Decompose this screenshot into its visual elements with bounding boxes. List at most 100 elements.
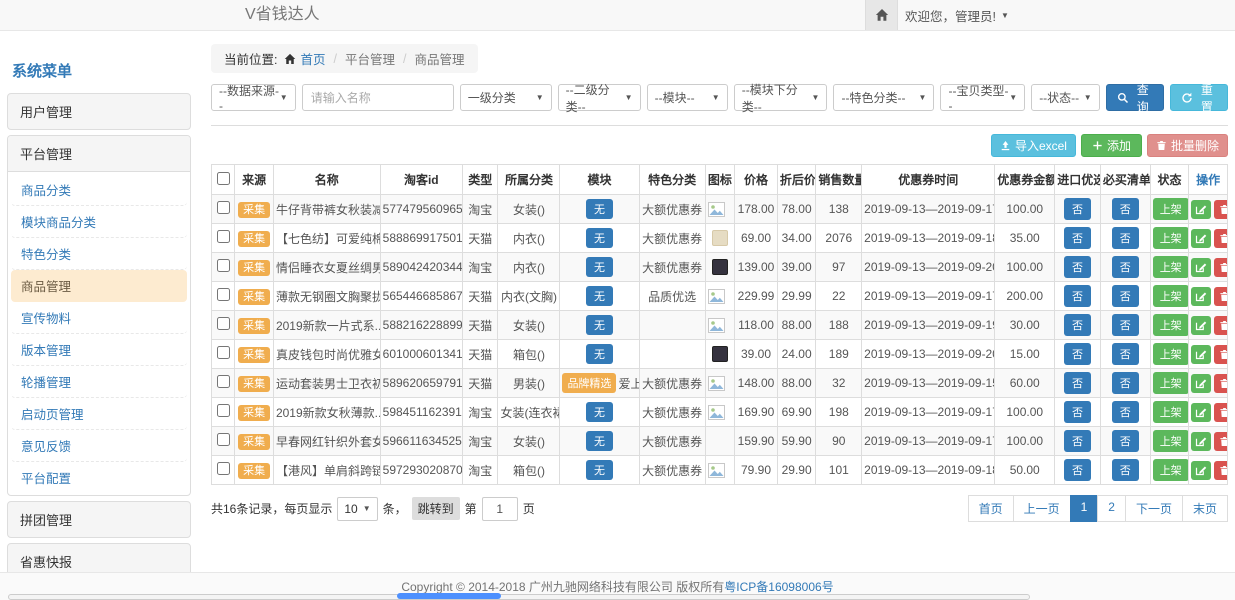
delete-button[interactable] <box>1214 461 1227 480</box>
must-buy-toggle[interactable]: 否 <box>1112 401 1139 423</box>
filter-select-状态[interactable]: --状态--▼ <box>1031 84 1099 111</box>
horizontal-scrollbar[interactable] <box>8 594 1030 600</box>
page-button-首页[interactable]: 首页 <box>968 495 1014 522</box>
scrollbar-thumb[interactable] <box>397 593 501 599</box>
sidebar-subitem-特色分类[interactable]: 特色分类 <box>11 238 187 270</box>
page-button-上一页[interactable]: 上一页 <box>1013 495 1071 522</box>
status-badge[interactable]: 上架 <box>1153 343 1189 365</box>
user-menu[interactable]: 欢迎您，管理员! ▼ <box>905 0 1009 30</box>
imported-toggle[interactable]: 否 <box>1064 401 1091 423</box>
add-button[interactable]: 添加 <box>1081 134 1142 157</box>
status-badge[interactable]: 上架 <box>1153 314 1189 336</box>
sidebar-subitem-意见反馈[interactable]: 意见反馈 <box>11 430 187 462</box>
home-button[interactable] <box>865 0 898 30</box>
select-all-checkbox[interactable] <box>217 172 230 185</box>
edit-button[interactable] <box>1191 287 1211 306</box>
filter-select-二级分类[interactable]: --二级分类--▼ <box>558 84 641 111</box>
imported-toggle[interactable]: 否 <box>1064 285 1091 307</box>
delete-button[interactable] <box>1214 432 1227 451</box>
filter-select-特色分类[interactable]: --特色分类--▼ <box>833 84 934 111</box>
icp-link[interactable]: 粤ICP备16098006号 <box>724 578 833 595</box>
page-button-2[interactable]: 2 <box>1097 495 1126 522</box>
row-checkbox[interactable] <box>217 230 230 243</box>
imported-toggle[interactable]: 否 <box>1064 343 1091 365</box>
status-badge[interactable]: 上架 <box>1153 372 1189 394</box>
imported-toggle[interactable]: 否 <box>1064 372 1091 394</box>
row-checkbox[interactable] <box>217 201 230 214</box>
status-badge[interactable]: 上架 <box>1153 256 1189 278</box>
must-buy-toggle[interactable]: 否 <box>1112 227 1139 249</box>
edit-button[interactable] <box>1191 258 1211 277</box>
sidebar-subitem-版本管理[interactable]: 版本管理 <box>11 334 187 366</box>
status-badge[interactable]: 上架 <box>1153 401 1189 423</box>
status-badge[interactable]: 上架 <box>1153 227 1189 249</box>
must-buy-toggle[interactable]: 否 <box>1112 256 1139 278</box>
filter-select-一级分类[interactable]: 一级分类▼ <box>460 84 552 111</box>
sidebar-item-平台管理[interactable]: 平台管理 <box>8 136 190 172</box>
must-buy-toggle[interactable]: 否 <box>1112 372 1139 394</box>
status-badge[interactable]: 上架 <box>1153 285 1189 307</box>
row-checkbox[interactable] <box>217 288 230 301</box>
row-checkbox[interactable] <box>217 462 230 475</box>
import-excel-button[interactable]: 导入excel <box>991 134 1076 157</box>
row-checkbox[interactable] <box>217 375 230 388</box>
must-buy-toggle[interactable]: 否 <box>1112 198 1139 220</box>
query-button[interactable]: 查询 <box>1106 84 1164 111</box>
row-checkbox[interactable] <box>217 404 230 417</box>
edit-button[interactable] <box>1191 229 1211 248</box>
sidebar-subitem-平台配置[interactable]: 平台配置 <box>11 462 187 493</box>
filter-select-模块[interactable]: --模块--▼ <box>647 84 728 111</box>
must-buy-toggle[interactable]: 否 <box>1112 459 1139 481</box>
sidebar-subitem-轮播管理[interactable]: 轮播管理 <box>11 366 187 398</box>
sidebar-subitem-启动页管理[interactable]: 启动页管理 <box>11 398 187 430</box>
jump-to-button[interactable]: 跳转到 <box>412 497 460 520</box>
must-buy-toggle[interactable]: 否 <box>1112 314 1139 336</box>
filter-select-数据来源[interactable]: --数据来源--▼ <box>211 84 296 111</box>
edit-button[interactable] <box>1191 345 1211 364</box>
imported-toggle[interactable]: 否 <box>1064 430 1091 452</box>
sidebar-subitem-模块商品分类[interactable]: 模块商品分类 <box>11 206 187 238</box>
delete-button[interactable] <box>1214 258 1227 277</box>
delete-button[interactable] <box>1214 229 1227 248</box>
delete-button[interactable] <box>1214 403 1227 422</box>
sidebar-subitem-商品管理[interactable]: 商品管理 <box>11 270 187 302</box>
edit-button[interactable] <box>1191 316 1211 335</box>
page-button-末页[interactable]: 末页 <box>1182 495 1228 522</box>
reset-button[interactable]: 重置 <box>1170 84 1228 111</box>
must-buy-toggle[interactable]: 否 <box>1112 343 1139 365</box>
delete-button[interactable] <box>1214 200 1227 219</box>
delete-button[interactable] <box>1214 345 1227 364</box>
page-number-input[interactable] <box>482 497 518 521</box>
per-page-select[interactable]: 10 ▼ <box>337 497 377 521</box>
sidebar-item-省惠快报[interactable]: 省惠快报 <box>8 544 190 572</box>
imported-toggle[interactable]: 否 <box>1064 256 1091 278</box>
sidebar-subitem-商品分类[interactable]: 商品分类 <box>11 174 187 206</box>
imported-toggle[interactable]: 否 <box>1064 459 1091 481</box>
filter-select-宝贝类型[interactable]: --宝贝类型--▼ <box>940 84 1025 111</box>
imported-toggle[interactable]: 否 <box>1064 198 1091 220</box>
status-badge[interactable]: 上架 <box>1153 430 1189 452</box>
sidebar-item-拼团管理[interactable]: 拼团管理 <box>8 502 190 537</box>
status-badge[interactable]: 上架 <box>1153 198 1189 220</box>
filter-select-模块下分类[interactable]: --模块下分类--▼ <box>734 84 828 111</box>
name-search-input[interactable] <box>302 84 454 111</box>
breadcrumb-home-link[interactable]: 首页 <box>300 49 325 68</box>
row-checkbox[interactable] <box>217 346 230 359</box>
edit-button[interactable] <box>1191 200 1211 219</box>
must-buy-toggle[interactable]: 否 <box>1112 430 1139 452</box>
imported-toggle[interactable]: 否 <box>1064 314 1091 336</box>
edit-button[interactable] <box>1191 374 1211 393</box>
sidebar-subitem-宣传物料[interactable]: 宣传物料 <box>11 302 187 334</box>
delete-button[interactable] <box>1214 316 1227 335</box>
page-button-1[interactable]: 1 <box>1070 495 1099 522</box>
row-checkbox[interactable] <box>217 433 230 446</box>
row-checkbox[interactable] <box>217 259 230 272</box>
delete-button[interactable] <box>1214 374 1227 393</box>
row-checkbox[interactable] <box>217 317 230 330</box>
edit-button[interactable] <box>1191 432 1211 451</box>
sidebar-item-用户管理[interactable]: 用户管理 <box>8 94 190 129</box>
status-badge[interactable]: 上架 <box>1153 459 1189 481</box>
delete-button[interactable] <box>1214 287 1227 306</box>
edit-button[interactable] <box>1191 461 1211 480</box>
batch-delete-button[interactable]: 批量删除 <box>1147 134 1228 157</box>
